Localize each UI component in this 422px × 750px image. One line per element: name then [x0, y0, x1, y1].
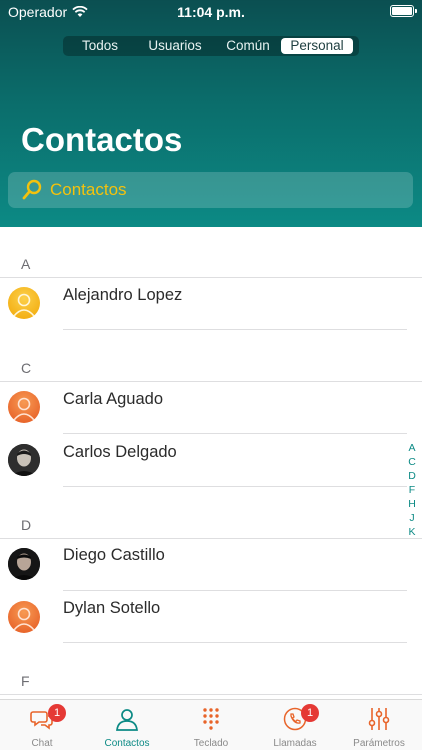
tab-label: Chat — [31, 738, 53, 749]
segment-personal[interactable]: Personal — [281, 38, 353, 54]
index-letter[interactable]: H — [408, 497, 416, 511]
index-letter[interactable]: J — [409, 511, 414, 525]
avatar — [8, 287, 40, 319]
tab-label: Teclado — [193, 738, 229, 749]
contact-name: Carla Aguado — [63, 390, 163, 408]
divider — [63, 590, 407, 591]
avatar-photo — [8, 548, 40, 580]
section-header-a: A — [21, 256, 31, 272]
avatar — [8, 601, 40, 633]
section-header-d: D — [21, 517, 32, 533]
person-photo-icon — [8, 444, 40, 476]
divider — [63, 642, 407, 643]
tab-label: Contactos — [104, 738, 150, 749]
segment-todos[interactable]: Todos — [65, 38, 135, 54]
divider — [0, 538, 422, 539]
search-icon — [22, 179, 42, 200]
index-letter[interactable]: F — [409, 483, 415, 497]
person-placeholder-icon — [13, 293, 35, 317]
divider — [0, 694, 422, 695]
header: Operador 11:04 p.m. Todos Usuarios Común… — [0, 0, 422, 227]
unread-badge: 1 — [48, 704, 66, 722]
index-letter[interactable]: D — [408, 469, 416, 483]
tab-teclado[interactable]: Teclado — [169, 700, 253, 750]
divider — [0, 277, 422, 278]
index-letter[interactable]: C — [408, 455, 416, 469]
page-title: Contactos — [21, 121, 183, 158]
tab-contactos[interactable]: Contactos — [85, 700, 169, 750]
alphabet-index[interactable]: A C D F H J K — [406, 441, 418, 539]
tab-bar: 1 Chat Contactos Teclado 1 Llamadas Pará… — [0, 699, 422, 750]
contact-name: Carlos Delgado — [63, 443, 177, 461]
tab-label: Parámetros — [353, 738, 405, 749]
segment-usuarios[interactable]: Usuarios — [135, 38, 215, 54]
person-icon — [116, 709, 138, 731]
index-letter[interactable]: A — [408, 441, 415, 455]
sliders-icon — [368, 708, 390, 730]
tab-chat[interactable]: 1 Chat — [0, 700, 84, 750]
person-photo-icon — [8, 548, 40, 580]
search-placeholder: Contactos — [50, 180, 127, 199]
person-placeholder-icon — [13, 607, 35, 631]
section-header-c: C — [21, 360, 32, 376]
divider — [63, 486, 407, 487]
contact-name: Dylan Sotello — [63, 599, 161, 617]
section-header-f: F — [21, 673, 30, 689]
filter-segmented-control[interactable]: Todos Usuarios Común Personal — [63, 36, 359, 56]
missed-calls-badge: 1 — [301, 704, 319, 722]
avatar-photo — [8, 444, 40, 476]
tab-label: Llamadas — [273, 738, 317, 749]
index-letter[interactable]: K — [408, 525, 415, 539]
tab-parametros[interactable]: Parámetros — [337, 700, 421, 750]
divider — [0, 381, 422, 382]
clock: 11:04 p.m. — [177, 4, 245, 20]
segment-comun[interactable]: Común — [215, 38, 281, 54]
avatar — [8, 391, 40, 423]
search-field[interactable]: Contactos — [8, 172, 413, 208]
battery-icon — [390, 5, 417, 17]
divider — [63, 329, 407, 330]
status-bar: Operador 11:04 p.m. — [0, 0, 422, 24]
divider — [63, 433, 407, 434]
tab-llamadas[interactable]: 1 Llamadas — [253, 700, 337, 750]
keypad-icon — [203, 708, 219, 730]
contact-name: Diego Castillo — [63, 546, 165, 564]
contact-name: Alejandro Lopez — [63, 286, 183, 304]
person-placeholder-icon — [13, 397, 35, 421]
